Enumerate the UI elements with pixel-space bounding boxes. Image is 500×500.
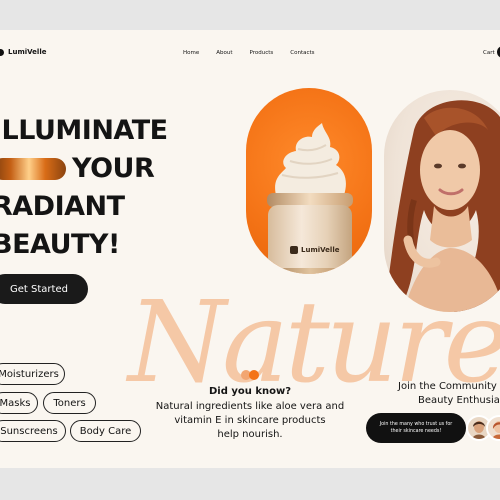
nav-contacts[interactable]: Contacts [290,50,314,56]
community-block: Join the Community Beauty Enthusia [398,380,500,408]
headline-line-4: BEAUTY! [0,229,120,260]
nav-home[interactable]: Home [183,50,199,56]
did-you-know-icon [241,370,259,380]
category-chip-moisturizers[interactable]: Moisturizers [0,363,65,385]
jar-base [267,268,353,274]
trust-badge[interactable]: Join the many who trust us for their ski… [366,413,466,443]
did-you-know-block: Did you know? Natural ingredients like a… [150,386,350,442]
user-avatar-icon [488,417,500,439]
jar-logo-icon [290,246,298,254]
trust-text-line-2: their skincare needs! [390,429,442,434]
brand-name: LumiVelle [8,48,47,56]
did-you-know-line-1: Natural ingredients like aloe vera and [155,401,345,412]
jar-body [268,205,352,274]
category-chip-sunscreens[interactable]: Sunscreens [0,420,66,442]
model-portrait [384,90,500,312]
community-line-1: Join the Community [398,381,497,392]
headline-line-1: ILLUMINATE [0,115,168,146]
gold-serum-swirl-icon [0,158,66,180]
headline-line-3: RADIANT [0,191,125,222]
did-you-know-line-2: vitamin E in skincare products [174,415,326,426]
community-line-2: Beauty Enthusia [418,395,500,406]
logo-mark-icon [0,48,4,56]
headline-line-2: YOUR [0,150,168,188]
category-chip-body-care[interactable]: Body Care [70,420,141,442]
cream-swirl-icon [275,123,346,195]
category-chip-masks[interactable]: Masks [0,392,38,414]
category-chip-toners[interactable]: Toners [43,392,96,414]
jar-label: LumiVelle [290,246,339,254]
trust-text-line-1: Join the many who trust us for [379,422,453,427]
get-started-button[interactable]: Get Started [0,274,88,304]
woman-portrait-icon [384,100,500,312]
did-you-know-line-3: help nourish. [217,429,283,440]
did-you-know-title: Did you know? [208,386,292,397]
nav-products[interactable]: Products [250,50,274,56]
product-image: LumiVelle [246,88,372,274]
main-nav: Home About Products Contacts [183,50,315,56]
jar-label-text: LumiVelle [301,246,340,254]
brand-logo[interactable]: LumiVelle [0,48,46,56]
hero-headline: ILLUMINATE YOUR RADIANT BEAUTY! [0,112,168,264]
landing-page: Nature LumiVelle Home About Products Con… [0,30,500,468]
nav-about[interactable]: About [216,50,232,56]
cart-link[interactable]: Cart [483,50,495,56]
headline-line-2-text: YOUR [72,153,155,184]
